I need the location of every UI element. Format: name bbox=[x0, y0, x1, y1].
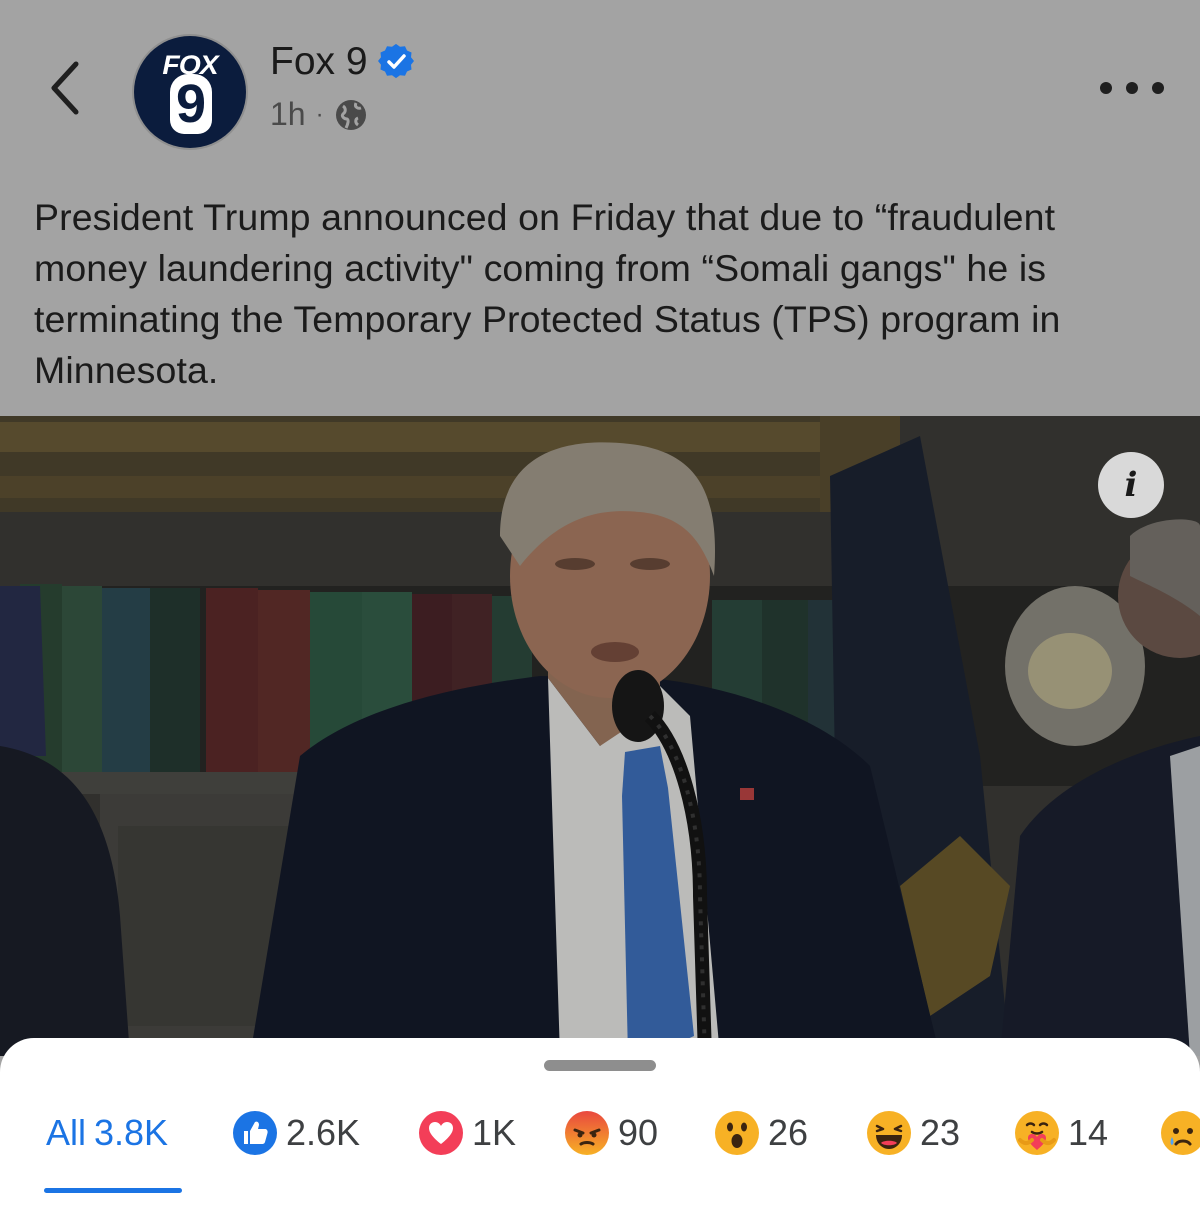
more-dot-icon bbox=[1152, 82, 1164, 94]
tab-sad-reactions[interactable] bbox=[1160, 1108, 1200, 1158]
chevron-left-icon bbox=[51, 61, 79, 115]
verified-badge-icon bbox=[377, 44, 414, 79]
back-button[interactable] bbox=[40, 58, 90, 118]
tab-angry-reactions[interactable]: 90 bbox=[564, 1108, 658, 1158]
wow-count: 26 bbox=[768, 1112, 809, 1153]
sad-icon bbox=[1161, 1111, 1200, 1155]
tab-haha-reactions[interactable]: 23 bbox=[866, 1108, 960, 1158]
video-frame bbox=[0, 416, 1200, 1056]
tab-all-count: 3.8K bbox=[94, 1112, 169, 1153]
more-dot-icon bbox=[1100, 82, 1112, 94]
tab-care-reactions[interactable]: 14 bbox=[1014, 1108, 1108, 1158]
tab-like-reactions[interactable]: 2.6K bbox=[232, 1108, 360, 1158]
post-meta: 1h · bbox=[270, 96, 368, 133]
like-count: 2.6K bbox=[286, 1112, 361, 1153]
page-avatar[interactable]: FOX 9 bbox=[134, 36, 246, 148]
haha-icon bbox=[867, 1111, 911, 1155]
info-icon: i bbox=[1124, 465, 1138, 505]
post-caption[interactable]: President Trump announced on Friday that… bbox=[34, 192, 1174, 396]
tab-all-label: All bbox=[46, 1112, 87, 1153]
reaction-tabs: All 3.8K 2.6K 1K 90 26 23 14 bbox=[0, 1108, 1200, 1158]
post-video[interactable]: i bbox=[0, 416, 1200, 1056]
post-timestamp[interactable]: 1h bbox=[270, 96, 306, 133]
angry-icon bbox=[565, 1111, 609, 1155]
haha-count: 23 bbox=[920, 1112, 961, 1153]
page-name-row[interactable]: Fox 9 bbox=[270, 40, 414, 84]
like-icon bbox=[233, 1111, 277, 1155]
meta-separator: · bbox=[315, 100, 324, 128]
avatar-logo-number: 9 bbox=[170, 74, 212, 134]
page-name[interactable]: Fox 9 bbox=[270, 40, 368, 84]
globe-icon bbox=[335, 99, 366, 130]
info-button[interactable]: i bbox=[1098, 452, 1164, 518]
care-count: 14 bbox=[1068, 1112, 1109, 1153]
reactions-sheet: All 3.8K 2.6K 1K 90 26 23 14 bbox=[0, 1038, 1200, 1208]
angry-count: 90 bbox=[618, 1112, 659, 1153]
tab-all-reactions[interactable]: All 3.8K bbox=[46, 1108, 168, 1158]
love-icon bbox=[419, 1111, 463, 1155]
more-options-button[interactable] bbox=[1100, 70, 1164, 106]
love-count: 1K bbox=[472, 1112, 517, 1153]
sheet-drag-handle[interactable] bbox=[544, 1060, 656, 1071]
more-dot-icon bbox=[1126, 82, 1138, 94]
care-icon bbox=[1015, 1111, 1059, 1155]
active-tab-indicator bbox=[44, 1188, 182, 1193]
tab-wow-reactions[interactable]: 26 bbox=[714, 1108, 808, 1158]
wow-icon bbox=[715, 1111, 759, 1155]
tab-love-reactions[interactable]: 1K bbox=[418, 1108, 516, 1158]
